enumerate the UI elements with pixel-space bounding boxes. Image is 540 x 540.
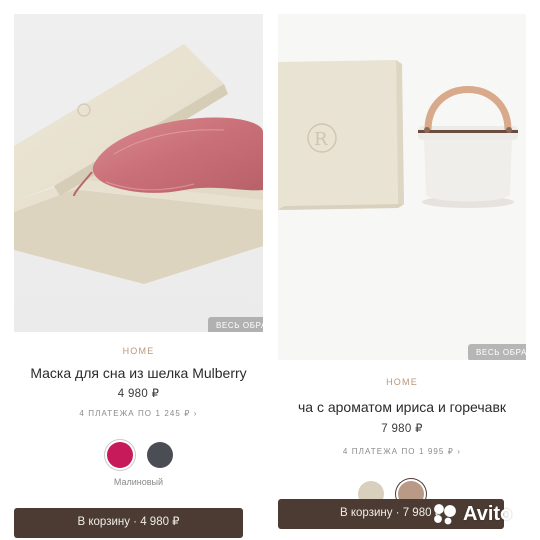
- view-all-badge[interactable]: ВЕСЬ ОБРА: [208, 317, 263, 332]
- color-swatch-dark-grey[interactable]: [147, 442, 173, 468]
- product-category[interactable]: HOME: [14, 346, 263, 356]
- product-photo-candle[interactable]: R ВЕСЬ ОБРА: [278, 14, 526, 360]
- product-title[interactable]: ча с ароматом ириса и горечавк: [278, 399, 526, 415]
- product-card-right: R ВЕСЬ ОБРА HOME ча с ароматом ириса и г…: [278, 0, 526, 540]
- add-to-cart-button[interactable]: В корзину · 4 980 ₽: [14, 508, 243, 538]
- sleep-mask-box-image: [14, 44, 263, 284]
- product-photo-sleep-mask[interactable]: ВЕСЬ ОБРА: [14, 14, 263, 332]
- product-price: 7 980 ₽: [381, 423, 423, 435]
- installments-link[interactable]: 4 ПЛАТЕЖА ПО 1 245 ₽ ›: [14, 409, 263, 418]
- avito-watermark: Avito: [432, 502, 512, 526]
- avito-logo-icon: [433, 503, 457, 525]
- product-card-left: ВЕСЬ ОБРА HOME Маска для сна из шелка Mu…: [14, 0, 263, 540]
- color-swatch-raspberry[interactable]: [107, 442, 133, 468]
- product-price: 4 980 ₽: [117, 388, 160, 400]
- view-all-badge[interactable]: ВЕСЬ ОБРА: [468, 344, 526, 360]
- product-category[interactable]: HOME: [278, 377, 526, 387]
- selected-color-label: Малиновый: [113, 477, 164, 487]
- candle-box-image: R: [278, 60, 518, 210]
- avito-wordmark: Avito: [463, 502, 513, 525]
- svg-text:R: R: [314, 129, 328, 150]
- product-title[interactable]: Маска для сна из шелка Mulberry: [14, 365, 263, 381]
- installments-link[interactable]: 4 ПЛАТЕЖА ПО 1 995 ₽ ›: [278, 447, 526, 456]
